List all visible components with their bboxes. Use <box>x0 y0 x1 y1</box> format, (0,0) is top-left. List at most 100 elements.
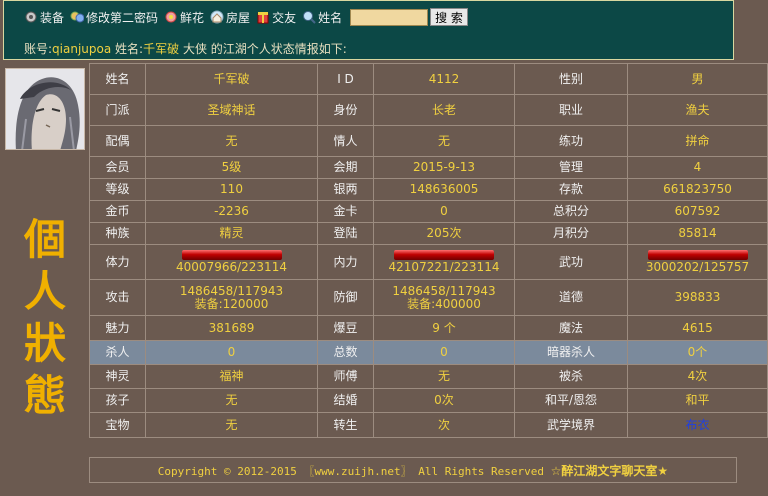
search-button[interactable]: 搜 索 <box>430 8 468 26</box>
cell-value: 拼命 <box>627 125 768 157</box>
cell-label: 职业 <box>514 94 628 126</box>
cell-label: 存款 <box>514 178 628 201</box>
cell-value: 205次 <box>373 222 515 245</box>
footer: Copyright © 2012-2015 〖www.zuijh.net〗 Al… <box>89 457 737 483</box>
cell-label: 防御 <box>317 279 374 316</box>
flower-icon <box>165 11 177 23</box>
mp-bar <box>394 250 494 260</box>
cell-value: 85814 <box>627 222 768 245</box>
search-name-icon <box>303 11 316 24</box>
name-value: 千军破 <box>143 42 180 56</box>
nav-house[interactable]: 房屋 <box>210 9 250 26</box>
account-label: 账号: <box>24 42 53 56</box>
cell-value: 千军破 <box>145 63 318 95</box>
cell-value: 次 <box>373 412 515 438</box>
kungfu-bar <box>647 250 748 260</box>
cell-label: 配偶 <box>89 125 146 157</box>
cell-value: 2015-9-13 <box>373 156 515 179</box>
cell-value: 圣域神话 <box>145 94 318 126</box>
cell-label: 会员 <box>89 156 146 179</box>
cell-value: 男 <box>627 63 768 95</box>
nav-house-label: 房屋 <box>226 10 251 25</box>
mp-value: 42107221/223114 <box>388 260 500 274</box>
nav-search-name[interactable]: 姓名 <box>302 9 342 26</box>
cell-value: 4 <box>627 156 768 179</box>
cell-label: 情人 <box>317 125 374 157</box>
cell-label: 孩子 <box>89 388 146 413</box>
hp-value: 40007966/223114 <box>176 260 287 274</box>
cell-value: 661823750 <box>627 178 768 201</box>
site-brand[interactable]: ☆醉江湖文字聊天室★ <box>551 464 669 478</box>
cell-value: 381689 <box>145 315 318 341</box>
house-icon <box>210 10 224 24</box>
friend-icon <box>257 12 269 24</box>
cell-label: 月积分 <box>514 222 628 245</box>
cell-label: 宝物 <box>89 412 146 438</box>
account-info: 账号:qianjupoa 姓名:千军破 大侠 的江湖个人状态情报如下: <box>24 40 347 57</box>
table-row-highlight: 杀人 0 总数 0 暗器杀人 0个 <box>89 340 768 365</box>
copyright-text: Copyright © 2012-2015 〖www.zuijh.net〗 Al… <box>157 465 545 478</box>
cell-label: 性别 <box>514 63 628 95</box>
cell-label: 转生 <box>317 412 374 438</box>
cell-value: 398833 <box>627 279 768 316</box>
cell-value: 0 <box>373 340 515 365</box>
cell-label: 被杀 <box>514 364 628 389</box>
cell-label: 爆豆 <box>317 315 374 341</box>
title-char-2: 人 <box>23 267 66 316</box>
password-icon <box>70 11 85 23</box>
avatar <box>5 68 85 150</box>
cell-value: 5级 <box>145 156 318 179</box>
table-row: 种族 精灵 登陆 205次 月积分 85814 <box>89 222 768 245</box>
attack-equip: 装备:120000 <box>194 296 269 311</box>
cell-value: 4112 <box>373 63 515 95</box>
table-row: 会员 5级 会期 2015-9-13 管理 4 <box>89 156 768 179</box>
cell-value: 9 个 <box>373 315 515 341</box>
table-row: 神灵 福神 师傅 无 被杀 4次 <box>89 364 768 389</box>
nav-friend[interactable]: 交友 <box>256 9 296 26</box>
table-row: 魅力 381689 爆豆 9 个 魔法 4615 <box>89 315 768 341</box>
nav-friend-label: 交友 <box>272 10 297 25</box>
nav-flower-label: 鲜花 <box>180 10 205 25</box>
cell-label: 结婚 <box>317 388 374 413</box>
cell-value: 148636005 <box>373 178 515 201</box>
cell-value: 长老 <box>373 94 515 126</box>
info-suffix: 大侠 的江湖个人状态情报如下: <box>182 42 347 56</box>
cell-label: 门派 <box>89 94 146 126</box>
cell-label: 总数 <box>317 340 374 365</box>
cell-label: 师傅 <box>317 364 374 389</box>
table-row: 金币 -2236 金卡 0 总积分 607592 <box>89 200 768 223</box>
nav-flower[interactable]: 鲜花 <box>164 9 204 26</box>
nav-equipment-label: 装备 <box>40 10 65 25</box>
cell-label: 道德 <box>514 279 628 316</box>
table-row: 体力 40007966/223114 内力 42107221/223114 武功… <box>89 244 768 280</box>
search-input[interactable] <box>350 8 429 26</box>
cell-label: 体力 <box>89 244 146 280</box>
cell-value: 0 <box>373 200 515 223</box>
cell-label: 攻击 <box>89 279 146 316</box>
cell-label: I D <box>317 63 374 95</box>
cell-label: 身份 <box>317 94 374 126</box>
cell-label: 会期 <box>317 156 374 179</box>
cell-label: 登陆 <box>317 222 374 245</box>
title-char-3: 狀 <box>23 319 66 368</box>
nav-password[interactable]: 修改第二密码 <box>70 9 158 26</box>
cell-label: 武学境界 <box>514 412 628 438</box>
table-row: 配偶 无 情人 无 练功 拼命 <box>89 125 768 157</box>
cell-label: 魅力 <box>89 315 146 341</box>
cell-label: 等级 <box>89 178 146 201</box>
cell-value: 福神 <box>145 364 318 389</box>
cell-value: 无 <box>373 364 515 389</box>
nav-equipment[interactable]: 装备 <box>24 9 64 26</box>
kungfu-cell: 3000202/125757 <box>627 244 768 280</box>
table-row: 攻击 1486458/117943 装备:120000 防御 1486458/1… <box>89 279 768 316</box>
cell-label: 金卡 <box>317 200 374 223</box>
cell-value: 607592 <box>627 200 768 223</box>
cell-value: 精灵 <box>145 222 318 245</box>
cell-value: 0个 <box>627 340 768 365</box>
mp-cell: 42107221/223114 <box>373 244 515 280</box>
kungfu-value: 3000202/125757 <box>645 260 750 274</box>
cell-value: 110 <box>145 178 318 201</box>
cell-value: 布衣 <box>627 412 768 438</box>
defense-value: 1486458/117943 <box>392 283 496 298</box>
title-char-1: 個 <box>23 215 66 264</box>
